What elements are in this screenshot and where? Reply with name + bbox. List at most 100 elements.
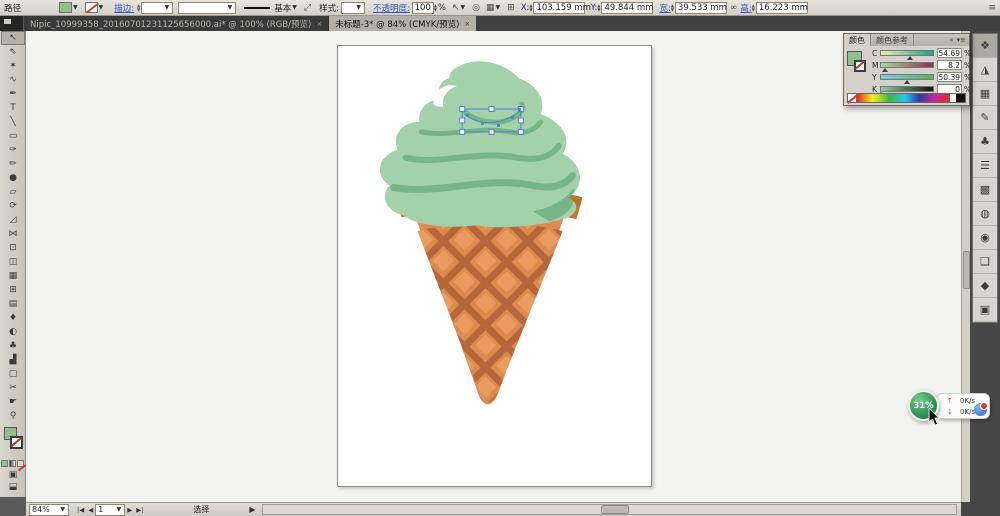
mesh-tool[interactable]: ⊞ (1, 283, 25, 297)
rectangle-tool[interactable]: ▭ (1, 129, 25, 143)
graphic-styles-panel-icon[interactable]: ❑ (973, 250, 997, 274)
none-mode-button[interactable] (17, 459, 24, 467)
artboard[interactable] (337, 45, 652, 487)
toolbar-stroke-swatch[interactable] (10, 436, 23, 449)
previous-artboard-button[interactable]: ◀ (88, 506, 93, 514)
cyan-slider[interactable]: C 54.69 % (872, 48, 971, 60)
height-stepper[interactable]: ▲ ▼ (752, 3, 755, 12)
next-artboard-button[interactable]: ▶ (127, 506, 132, 514)
type-tool[interactable]: T (1, 101, 25, 115)
tab-color-guide[interactable]: 颜色参考 (871, 34, 914, 46)
recolor-artwork-icon[interactable]: ◎ (472, 3, 480, 13)
select-similar-icon[interactable]: ↖ (452, 3, 460, 13)
layers-panel-icon[interactable]: ◆ (973, 274, 997, 298)
magic-wand-tool[interactable]: ✶ (1, 59, 25, 73)
magenta-slider[interactable]: M 8.2 % (872, 60, 971, 72)
screen-mode-button[interactable]: ⬓ (1, 481, 25, 493)
stroke-panel-icon[interactable]: ☰ (973, 154, 997, 178)
gradient-tool[interactable]: ▤ (1, 297, 25, 311)
lasso-tool[interactable]: ∿ (1, 73, 25, 87)
zoom-level-select[interactable]: 84% ▼ (29, 503, 69, 516)
panel-stroke-swatch[interactable] (854, 60, 866, 72)
width-tool[interactable]: ⋈ (1, 227, 25, 241)
appearance-panel-icon[interactable]: ◉ (973, 226, 997, 250)
net-monitor-icon[interactable] (974, 402, 988, 416)
column-graph-tool[interactable]: ▟ (1, 353, 25, 367)
artboard-number-select[interactable]: 1 ▼ (95, 503, 126, 516)
stroke-color-swatch[interactable] (84, 2, 98, 13)
y-field[interactable]: 49.844 mm (601, 1, 653, 14)
scale-tool[interactable]: ◿ (1, 213, 25, 227)
panel-collapse-icon[interactable]: « (949, 36, 953, 44)
symbols-panel-icon[interactable]: ♣ (973, 130, 997, 154)
black-swatch[interactable] (956, 94, 965, 102)
shape-builder-tool[interactable]: ◫ (1, 255, 25, 269)
eraser-tool[interactable]: ▱ (1, 185, 25, 199)
horizontal-scrollbar[interactable] (261, 504, 957, 515)
stroke-weight-field[interactable]: ▼ (141, 1, 174, 14)
close-icon[interactable]: × (316, 20, 322, 28)
fill-stroke-control[interactable] (1, 425, 25, 457)
width-stepper[interactable]: ▲ ▼ (671, 3, 674, 12)
eyedropper-tool[interactable]: ♦ (1, 311, 25, 325)
document-tab-1[interactable]: Nipic_10999358_20160701231125656000.ai* … (24, 16, 330, 31)
fill-color-swatch[interactable] (59, 2, 73, 13)
blend-tool[interactable]: ◐ (1, 325, 25, 339)
brushes-panel-icon[interactable]: ✎ (973, 106, 997, 130)
color-guide-panel-icon[interactable]: ◮ (973, 58, 997, 82)
x-field[interactable]: 103.159 mm (533, 1, 591, 14)
style-dropdown[interactable]: ▼ (340, 1, 365, 14)
tab-color[interactable]: 颜色 (844, 34, 871, 46)
color-mode-button[interactable] (1, 459, 8, 467)
status-menu-arrow[interactable]: ▶ (249, 505, 255, 514)
vertical-scrollbar-thumb[interactable] (963, 251, 970, 289)
pencil-tool[interactable]: ✏ (1, 157, 25, 171)
blob-brush-tool[interactable]: ● (1, 171, 25, 185)
pen-tool[interactable]: ✒ (1, 87, 25, 101)
paintbrush-tool[interactable]: ✑ (1, 143, 25, 157)
fill-dropdown-icon[interactable]: ▼ (73, 4, 78, 11)
panel-menu-icon[interactable]: ≡ (988, 3, 996, 13)
document-tab-2[interactable]: 未标题-3* @ 84% (CMYK/预览) × (329, 16, 477, 31)
yellow-slider[interactable]: Y 50.39 % (872, 72, 971, 84)
gradient-mode-button[interactable] (9, 459, 16, 467)
opacity-field[interactable]: 100 (411, 1, 434, 14)
stroke-dropdown-icon[interactable]: ▼ (99, 4, 104, 11)
link-dimensions-icon[interactable]: ∞ (730, 3, 738, 13)
transparency-panel-icon[interactable]: ◍ (973, 202, 997, 226)
reference-point-icon[interactable]: ⊞ (507, 3, 515, 13)
align-dropdown-icon[interactable]: ▼ (496, 4, 501, 11)
hand-tool[interactable]: ☛ (1, 395, 25, 409)
symbol-sprayer-tool[interactable]: ♣ (1, 339, 25, 353)
slice-tool[interactable]: ✂ (1, 381, 25, 395)
color-panel-icon[interactable]: ❖ (973, 34, 997, 58)
brush-definition[interactable]: 基本 (274, 2, 291, 14)
horizontal-scrollbar-thumb[interactable] (600, 505, 629, 514)
workspace-button[interactable] (0, 16, 24, 31)
line-tool[interactable]: ╲ (1, 115, 25, 129)
white-swatch[interactable] (949, 94, 956, 102)
opacity-stepper[interactable]: ▲ ▼ (434, 3, 437, 12)
stroke-profile-dropdown[interactable]: ▼ (178, 1, 237, 14)
panel-menu-icon[interactable]: ▾≡ (957, 36, 966, 44)
draw-mode-button[interactable]: ▣ (1, 469, 25, 481)
direct-selection-tool[interactable]: ⇖ (1, 45, 25, 59)
free-transform-tool[interactable]: ⊡ (1, 241, 25, 255)
select-similar-dropdown-icon[interactable]: ▼ (461, 4, 466, 11)
artboard-tool[interactable]: ▢ (1, 367, 25, 381)
width-field[interactable]: 39.533 mm (674, 1, 727, 14)
selection-tool[interactable]: ↖ (1, 31, 25, 45)
color-spectrum-bar[interactable] (847, 93, 966, 103)
stroke-weight-stepper[interactable]: ▲ ▼ (137, 3, 140, 12)
zoom-tool[interactable]: ⚲ (1, 409, 25, 423)
last-artboard-button[interactable]: ▶| (136, 506, 143, 514)
none-swatch[interactable] (848, 94, 857, 102)
rotate-tool[interactable]: ⟳ (1, 199, 25, 213)
swatches-panel-icon[interactable]: ▦ (973, 82, 997, 106)
x-stepper[interactable]: ▲ ▼ (529, 3, 532, 12)
perspective-grid-tool[interactable]: ▦ (1, 269, 25, 283)
brush-dropdown-icon[interactable]: ▼ (292, 4, 297, 11)
align-icon[interactable]: ▦ (486, 3, 495, 13)
soft-serve-swirl[interactable] (379, 61, 580, 228)
artboards-panel-icon[interactable]: ▣ (973, 298, 997, 322)
